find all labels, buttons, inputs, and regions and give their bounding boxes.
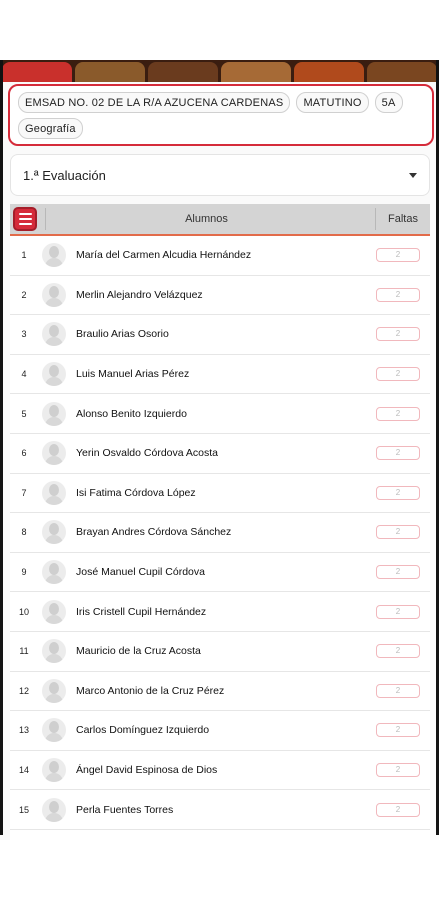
row-number: 5 <box>21 408 27 419</box>
banner-image <box>75 62 145 82</box>
row-number: 14 <box>18 765 29 776</box>
student-name: Marco Antonio de la Cruz Pérez <box>76 684 225 697</box>
absences-input[interactable]: 2 <box>376 723 420 738</box>
row-number: 12 <box>18 685 29 696</box>
student-name: María del Carmen Alcudia Hernández <box>76 249 252 262</box>
absences-input[interactable]: 2 <box>376 683 420 698</box>
student-name: Brayan Andres Córdova Sánchez <box>76 526 232 539</box>
table-row: 5 Alonso Benito Izquierdo 2 <box>10 394 430 434</box>
table-row: 10 Iris Cristell Cupil Hernández 2 <box>10 592 430 632</box>
absences-input[interactable]: 2 <box>376 802 420 817</box>
class-info-card: EMSAD NO. 02 DE LA R/A AZUCENA CARDENAS M… <box>8 84 434 146</box>
header-banner <box>0 60 439 82</box>
table-row: 2 Merlin Alejandro Velázquez 2 <box>10 276 430 316</box>
attendance-table: Alumnos Faltas 1 María del Carmen Alcudia… <box>10 204 430 840</box>
absences-input[interactable]: 2 <box>376 644 420 659</box>
student-name: Braulio Arias Osorio <box>76 328 169 341</box>
student-name: Yerin Osvaldo Córdova Acosta <box>76 447 219 460</box>
info-chip: 5A <box>374 92 403 113</box>
student-name: Ángel David Espinosa de Dios <box>76 764 218 777</box>
row-number: 2 <box>21 289 27 300</box>
avatar-icon <box>42 639 66 664</box>
avatar-icon <box>42 243 66 268</box>
table-row: 9 José Manuel Cupil Córdova 2 <box>10 553 430 593</box>
table-row: 15 Perla Fuentes Torres 2 <box>10 790 430 830</box>
student-name: Luis Manuel Arias Pérez <box>76 368 190 381</box>
table-row: 3 Braulio Arias Osorio 2 <box>10 315 430 355</box>
column-header-students: Alumnos <box>185 213 228 225</box>
avatar-icon <box>42 560 66 585</box>
table-header: Alumnos Faltas <box>10 204 430 236</box>
row-number: 1 <box>21 250 27 261</box>
student-name: Mauricio de la Cruz Acosta <box>76 645 201 658</box>
absences-input[interactable]: 2 <box>376 327 420 342</box>
absences-input[interactable]: 2 <box>376 287 420 302</box>
chevron-down-icon <box>409 172 417 178</box>
absences-input[interactable]: 2 <box>376 565 420 580</box>
student-name: Perla Fuentes Torres <box>76 803 174 816</box>
row-number: 3 <box>21 329 27 340</box>
absences-input[interactable]: 2 <box>376 485 420 500</box>
student-name: Alonso Benito Izquierdo <box>76 407 187 420</box>
column-header-absences: Faltas <box>388 213 418 225</box>
menu-icon[interactable] <box>13 207 37 231</box>
student-name: Isi Fatima Córdova López <box>76 486 196 499</box>
student-name: Carlos Domínguez Izquierdo <box>76 724 210 737</box>
row-number: 11 <box>19 646 29 657</box>
table-row: 6 Yerin Osvaldo Córdova Acosta 2 <box>10 434 430 474</box>
absences-input[interactable]: 2 <box>376 446 420 461</box>
row-number: 15 <box>18 804 29 815</box>
avatar-icon <box>42 797 66 822</box>
table-row: 7 Isi Fatima Córdova López 2 <box>10 474 430 514</box>
row-number: 9 <box>21 567 27 578</box>
row-number: 13 <box>18 725 29 736</box>
row-number: 10 <box>18 606 29 617</box>
table-row: 12 Marco Antonio de la Cruz Pérez 2 <box>10 672 430 712</box>
banner-image <box>2 62 72 82</box>
table-row: 14 Ángel David Espinosa de Dios 2 <box>10 751 430 791</box>
avatar-icon <box>42 599 66 624</box>
table-body: 1 María del Carmen Alcudia Hernández 2 2 Mer… <box>10 236 430 830</box>
banner-image <box>148 62 218 82</box>
absences-input[interactable]: 2 <box>376 604 420 619</box>
evaluation-select-value: 1.ª Evaluación <box>23 167 106 183</box>
absences-input[interactable]: 2 <box>376 406 420 421</box>
avatar-icon <box>42 718 66 743</box>
absences-input[interactable]: 2 <box>376 763 420 778</box>
banner-image <box>294 62 364 82</box>
avatar-icon <box>42 758 66 783</box>
avatar-icon <box>42 678 66 703</box>
banner-image <box>367 62 437 82</box>
avatar-icon <box>42 401 66 426</box>
table-row: 4 Luis Manuel Arias Pérez 2 <box>10 355 430 395</box>
row-number: 7 <box>21 487 27 498</box>
avatar-icon <box>42 520 66 545</box>
info-chip: Geografía <box>18 118 83 139</box>
student-name: Iris Cristell Cupil Hernández <box>76 605 207 618</box>
absences-input[interactable]: 2 <box>376 248 420 263</box>
avatar-icon <box>42 282 66 307</box>
avatar-icon <box>42 480 66 505</box>
evaluation-select[interactable]: 1.ª Evaluación <box>10 154 430 196</box>
avatar-icon <box>42 322 66 347</box>
absences-input[interactable]: 2 <box>376 367 420 382</box>
info-chip: EMSAD NO. 02 DE LA R/A AZUCENA CARDENAS <box>18 92 291 113</box>
table-row: 13 Carlos Domínguez Izquierdo 2 <box>10 711 430 751</box>
info-chip: MATUTINO <box>296 92 369 113</box>
banner-image <box>221 62 291 82</box>
table-row: 8 Brayan Andres Córdova Sánchez 2 <box>10 513 430 553</box>
absences-input[interactable]: 2 <box>376 525 420 540</box>
row-number: 4 <box>21 369 27 380</box>
avatar-icon <box>42 441 66 466</box>
student-name: José Manuel Cupil Córdova <box>76 566 205 579</box>
screen-edge-left <box>0 60 3 835</box>
row-number: 8 <box>21 527 27 538</box>
table-row: 11 Mauricio de la Cruz Acosta 2 <box>10 632 430 672</box>
app-screen: EMSAD NO. 02 DE LA R/A AZUCENA CARDENAS M… <box>0 60 439 840</box>
avatar-icon <box>42 362 66 387</box>
table-row: 1 María del Carmen Alcudia Hernández 2 <box>10 236 430 276</box>
row-number: 6 <box>21 448 27 459</box>
student-name: Merlin Alejandro Velázquez <box>76 288 203 301</box>
